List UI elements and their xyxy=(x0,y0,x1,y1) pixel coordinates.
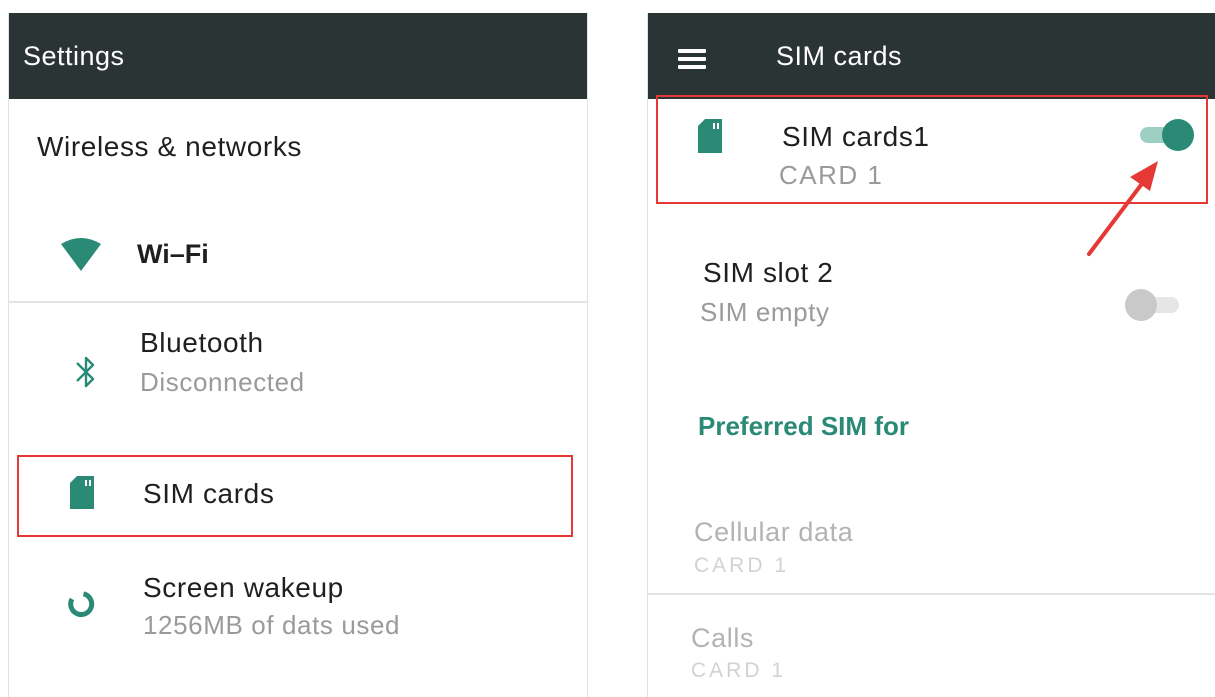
settings-item-label: Screen wakeup xyxy=(143,572,344,603)
section-header-preferred-sim: Preferred SIM for xyxy=(698,411,909,441)
settings-panel: Settings Wireless & networks Wi–Fi Bluet… xyxy=(8,13,588,697)
settings-item-subtitle: 1256MB of dats used xyxy=(143,610,401,640)
sim-slot-2-item[interactable]: SIM slot 2 SIM empty xyxy=(648,241,1215,341)
settings-item-subtitle: Disconnected xyxy=(140,367,305,397)
sim-cards-app-bar: SIM cards xyxy=(648,13,1215,99)
sim-slot-2-toggle[interactable] xyxy=(1125,289,1183,321)
menu-icon[interactable] xyxy=(678,49,706,69)
settings-item-wifi[interactable]: Wi–Fi xyxy=(9,209,587,301)
highlight-box xyxy=(17,455,573,537)
divider xyxy=(9,301,587,303)
divider xyxy=(648,593,1215,595)
preferred-item-value: CARD 1 xyxy=(694,554,790,577)
preferred-item-title: Cellular data xyxy=(694,517,854,547)
preferred-cellular-data-item[interactable]: Cellular data CARD 1 xyxy=(648,511,1215,591)
preferred-item-title: Calls xyxy=(691,623,755,653)
settings-item-label: Wi–Fi xyxy=(137,239,209,269)
page-title: SIM cards xyxy=(776,41,903,71)
bluetooth-icon xyxy=(76,356,95,388)
settings-item-screen-wakeup[interactable]: Screen wakeup 1256MB of dats used xyxy=(9,558,587,668)
sim-cards-panel: SIM cards SIM cards1 CARD 1 SIM slot 2 S… xyxy=(647,13,1215,697)
settings-app-bar: Settings xyxy=(9,13,587,99)
screen-wakeup-icon xyxy=(68,591,95,618)
section-header-wireless: Wireless & networks xyxy=(37,131,303,162)
page-title: Settings xyxy=(23,41,125,71)
sim-slot-title: SIM slot 2 xyxy=(703,257,834,288)
preferred-calls-item[interactable]: Calls CARD 1 xyxy=(648,617,1215,697)
settings-item-bluetooth[interactable]: Bluetooth Disconnected xyxy=(9,305,587,425)
sim-slot-subtitle: SIM empty xyxy=(700,297,830,327)
wifi-icon xyxy=(61,238,101,271)
preferred-item-value: CARD 1 xyxy=(691,659,787,682)
settings-item-label: Bluetooth xyxy=(140,327,264,358)
